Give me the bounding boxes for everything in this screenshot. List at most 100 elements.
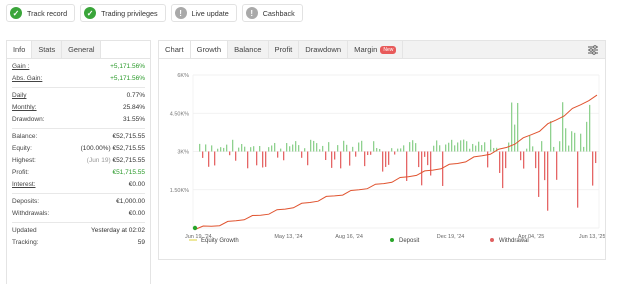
badge-track-record[interactable]: ✓ Track record	[6, 4, 76, 22]
profit-bar	[463, 139, 465, 152]
profit-bar	[346, 144, 348, 152]
stat-value: €0.00	[128, 181, 145, 188]
stat-label[interactable]: Daily	[12, 90, 26, 102]
x-tick-label: Aug 16, '24	[335, 234, 363, 240]
loss-bar	[592, 151, 594, 186]
loss-bar	[418, 151, 420, 168]
stat-amount: €52,715.55	[112, 157, 145, 164]
loss-bar	[262, 151, 264, 168]
stat-daily: Daily 0.77%	[12, 90, 145, 102]
profit-bar	[445, 144, 447, 152]
profit-bar	[223, 147, 225, 152]
loss-bar	[556, 151, 558, 180]
loss-bar	[382, 151, 384, 172]
stat-label: Profit:	[12, 169, 29, 176]
tab-drawdown[interactable]: Drawdown	[299, 41, 349, 58]
profit-bar	[439, 145, 441, 152]
profit-bar	[472, 143, 474, 152]
profit-bar	[436, 140, 438, 152]
profit-bar	[337, 145, 339, 152]
stat-withdrawals: Withdrawals: €0.00	[12, 208, 145, 220]
tab-growth[interactable]: Growth	[190, 41, 229, 58]
profit-bar	[532, 146, 534, 152]
profit-bar	[205, 144, 207, 152]
stat-value: (Jun 19) €52,715.55	[87, 155, 145, 167]
y-tick-label: 1.50K%	[170, 188, 189, 194]
badge-live-update[interactable]: ! Live update	[170, 4, 237, 22]
tab-profit[interactable]: Profit	[269, 41, 300, 58]
tab-balance[interactable]: Balance	[228, 41, 269, 58]
stats-list: Gain : +5,171.56% Abs. Gain: +5,171.56% …	[7, 59, 150, 249]
stat-balance: Balance: €52,715.55	[12, 131, 145, 143]
profit-bar	[586, 121, 588, 152]
profit-bar	[211, 145, 213, 152]
settings-sliders-icon[interactable]	[587, 44, 599, 56]
stat-label[interactable]: Monthly:	[12, 102, 37, 114]
profit-bar	[310, 139, 312, 152]
tab-general[interactable]: General	[62, 41, 102, 58]
stat-highest: Highest: (Jun 19) €52,715.55	[12, 155, 145, 167]
legend-deposit-dot	[390, 238, 394, 242]
profit-bar	[373, 141, 375, 152]
stat-amount: €52,715.55	[112, 145, 145, 152]
profit-bar	[271, 145, 273, 152]
stat-equity: Equity: (100.00%) €52,715.55	[12, 143, 145, 155]
tab-info[interactable]: Info	[7, 41, 33, 58]
stat-label: Drawdown:	[12, 116, 45, 123]
profit-bar	[517, 102, 519, 152]
stat-value: (100.00%) €52,715.55	[81, 143, 145, 155]
profit-bar	[550, 121, 552, 152]
stat-monthly: Monthly: 25.84%	[12, 102, 145, 114]
profit-bar	[514, 124, 516, 152]
stat-profit: Profit: €51,715.55	[12, 167, 145, 179]
profit-bar	[454, 145, 456, 152]
profit-bar	[286, 143, 288, 152]
stat-tracking: Tracking: 59	[12, 237, 145, 249]
stat-value: +5,171.56%	[110, 63, 145, 70]
loss-bar	[331, 151, 333, 168]
tab-stats[interactable]: Stats	[32, 41, 63, 58]
profit-bar	[460, 140, 462, 152]
loss-bar	[430, 151, 432, 176]
profit-bar	[541, 141, 543, 152]
info-icon: !	[174, 7, 187, 19]
profit-bar	[376, 148, 378, 152]
badge-cashback[interactable]: ! Cashback	[241, 4, 303, 22]
divider	[12, 128, 145, 129]
profit-bar	[478, 141, 480, 152]
chart-tabs: Chart Growth Balance Profit Drawdown Mar…	[159, 41, 605, 59]
profit-bar	[490, 139, 492, 152]
loss-bar	[349, 151, 351, 166]
stat-label[interactable]: Interest:	[12, 179, 35, 191]
stat-value: €0.00	[128, 210, 145, 217]
growth-chart[interactable]: 6K%4.50K%3K%1.50K% Jun 19, '24 May 13, '2…	[159, 60, 605, 260]
y-tick-label: 4.50K%	[170, 111, 189, 117]
divider	[12, 222, 145, 223]
loss-bar	[334, 151, 336, 160]
profit-bar	[238, 147, 240, 152]
loss-bar	[505, 151, 507, 169]
loss-bar	[283, 151, 285, 161]
tab-chart[interactable]: Chart	[159, 41, 191, 58]
badge-trading-privileges[interactable]: ✓ Trading privileges	[80, 4, 166, 22]
stat-label: Balance:	[12, 133, 38, 140]
stat-gain: Gain : +5,171.56%	[12, 61, 145, 73]
info-icon: !	[245, 7, 258, 19]
stat-label[interactable]: Gain :	[12, 61, 29, 73]
stat-sub: (100.00%)	[80, 145, 111, 152]
stat-label: Tracking:	[12, 239, 39, 246]
legend-label-withdrawal: Withdrawal	[499, 238, 529, 244]
stat-label[interactable]: Abs. Gain:	[12, 73, 42, 85]
tab-margin[interactable]: Margin New	[348, 41, 404, 58]
y-tick-label: 6K%	[177, 73, 189, 79]
stat-value: 31.55%	[122, 116, 145, 123]
profit-bar	[289, 146, 291, 152]
loss-bar	[535, 151, 537, 169]
legend-withdrawal-dot	[490, 238, 494, 242]
profit-bar	[475, 145, 477, 152]
loss-bar	[202, 151, 204, 158]
profit-bar	[409, 142, 411, 152]
profit-bar	[226, 144, 228, 152]
loss-bar	[421, 151, 423, 186]
profit-bar	[529, 135, 531, 152]
